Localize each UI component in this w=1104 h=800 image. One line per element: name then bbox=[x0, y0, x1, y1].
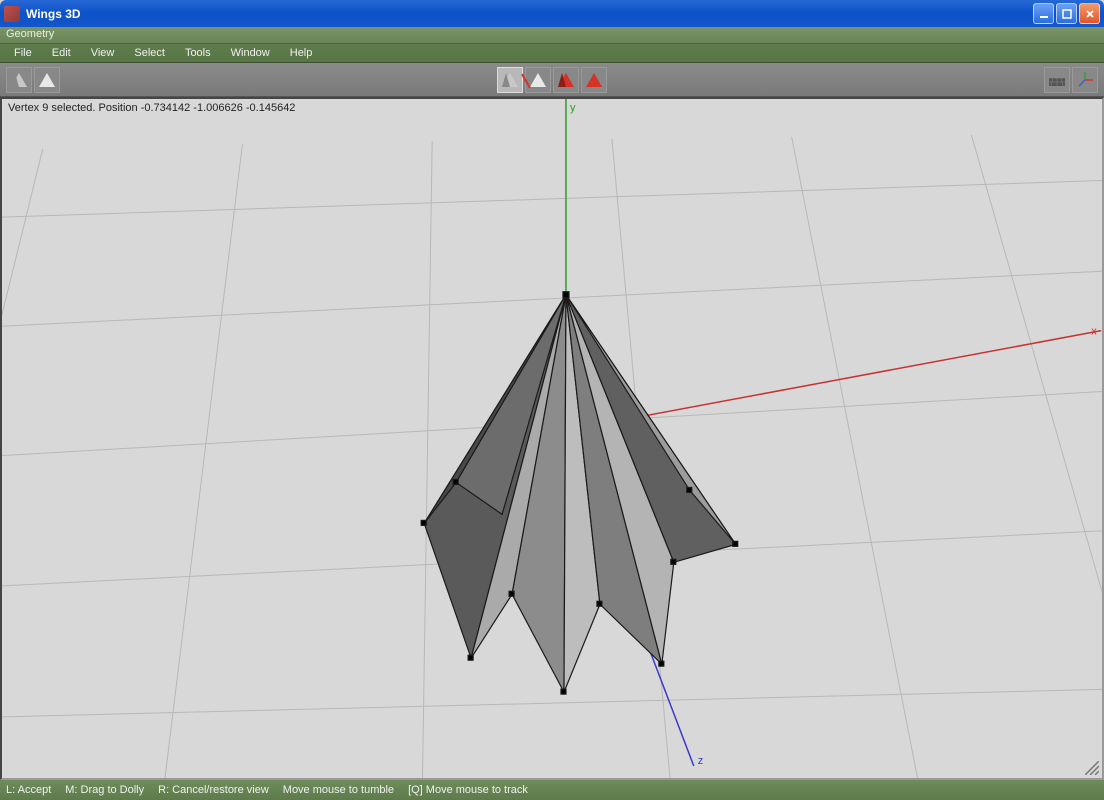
resize-grip[interactable] bbox=[1085, 761, 1099, 775]
window-titlebar[interactable]: Wings 3D bbox=[0, 0, 1104, 27]
hint-tumble: Move mouse to tumble bbox=[283, 784, 394, 796]
pyramid-face-icon bbox=[558, 73, 574, 87]
app-icon bbox=[4, 6, 20, 22]
hint-middle-mouse: M: Drag to Dolly bbox=[65, 784, 144, 796]
select-face-button[interactable] bbox=[553, 67, 579, 93]
pyramid-shaded-icon bbox=[11, 73, 27, 87]
axes-toggle-button[interactable] bbox=[1072, 67, 1098, 93]
close-button[interactable] bbox=[1079, 3, 1100, 24]
z-axis-label: z bbox=[698, 755, 703, 767]
selection-mode-group bbox=[497, 67, 607, 93]
menu-edit[interactable]: Edit bbox=[42, 45, 81, 61]
menu-bar: File Edit View Select Tools Window Help bbox=[0, 44, 1104, 63]
ground-plane-button[interactable] bbox=[1044, 67, 1070, 93]
document-bar: Geometry bbox=[0, 27, 1104, 44]
display-toggle-group bbox=[1044, 67, 1098, 93]
minimize-button[interactable] bbox=[1033, 3, 1054, 24]
hint-left-mouse: L: Accept bbox=[6, 784, 51, 796]
select-edge-button[interactable] bbox=[525, 67, 551, 93]
toolbar bbox=[0, 63, 1104, 97]
hint-right-mouse: R: Cancel/restore view bbox=[158, 784, 269, 796]
flat-shade-button[interactable] bbox=[34, 67, 60, 93]
maximize-button[interactable] bbox=[1056, 3, 1077, 24]
scene-canvas: x y z bbox=[2, 99, 1102, 778]
menu-select[interactable]: Select bbox=[124, 45, 175, 61]
viewport-3d[interactable]: Vertex 9 selected. Position -0.734142 -1… bbox=[0, 97, 1104, 780]
select-vertex-button[interactable] bbox=[497, 67, 523, 93]
model-object bbox=[421, 292, 738, 694]
pyramid-body-icon bbox=[586, 73, 602, 87]
shade-mode-group bbox=[6, 67, 60, 93]
document-label: Geometry bbox=[6, 28, 54, 40]
axes-icon bbox=[1075, 70, 1095, 90]
menu-file[interactable]: File bbox=[4, 45, 42, 61]
pyramid-flat-icon bbox=[39, 73, 55, 87]
menu-window[interactable]: Window bbox=[221, 45, 280, 61]
status-bar: L: Accept M: Drag to Dolly R: Cancel/res… bbox=[0, 780, 1104, 800]
menu-tools[interactable]: Tools bbox=[175, 45, 221, 61]
select-body-button[interactable] bbox=[581, 67, 607, 93]
x-axis-label: x bbox=[1091, 326, 1097, 338]
pyramid-vertex-icon bbox=[502, 73, 518, 87]
selection-status: Vertex 9 selected. Position -0.734142 -1… bbox=[8, 102, 295, 114]
pyramid-edge-icon bbox=[530, 73, 546, 87]
menu-help[interactable]: Help bbox=[280, 45, 323, 61]
window-title: Wings 3D bbox=[26, 7, 1033, 21]
smooth-shade-button[interactable] bbox=[6, 67, 32, 93]
ground-grid-icon bbox=[1047, 70, 1067, 90]
hint-track: [Q] Move mouse to track bbox=[408, 784, 528, 796]
menu-view[interactable]: View bbox=[81, 45, 125, 61]
y-axis-label: y bbox=[570, 102, 576, 114]
